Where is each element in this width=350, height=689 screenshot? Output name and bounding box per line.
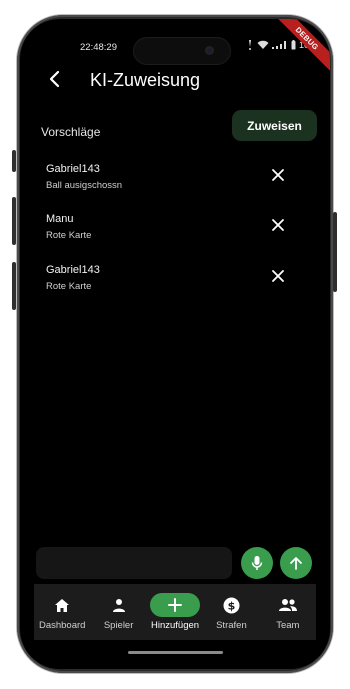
page-title: KI-Zuweisung [90,70,201,90]
active-indicator [150,593,201,617]
microphone-button[interactable] [241,547,273,579]
svg-text:$: $ [228,599,236,612]
bottom-navigation: Dashboard Spieler Hinzufügen $ Strafen T… [34,584,316,640]
side-button [333,212,337,292]
suggestion-detail: Rote Karte [46,281,92,292]
nav-label: Spieler [103,620,134,631]
signal-alert-icon [248,40,251,50]
home-indicator[interactable] [128,651,223,654]
nav-label: Team [276,620,300,631]
nav-item-strafen[interactable]: $ Strafen [203,584,259,640]
dollar-coin-icon: $ [223,597,240,613]
suggestion-detail: Rote Karte [46,230,92,241]
camera-icon [205,46,214,55]
close-icon[interactable] [270,268,286,284]
suggestion-player-name: Manu [46,213,74,225]
close-icon[interactable] [270,217,286,233]
nav-label: Dashboard [38,620,86,631]
nav-label: Hinzufügen [150,620,200,631]
person-icon [112,599,125,612]
arrow-up-icon [290,557,302,570]
assign-button[interactable]: Zuweisen [232,110,317,141]
suggestion-detail: Ball ausigschossn [46,180,123,191]
group-icon [278,599,297,611]
suggestion-player-name: Gabriel143 [46,163,100,175]
nav-item-team[interactable]: Team [260,584,316,640]
status-time: 22:48:29 [80,42,117,53]
suggestion-item: Gabriel143 Ball ausigschossn [20,163,330,203]
dynamic-island [133,37,231,65]
plus-icon [168,598,183,612]
microphone-icon [251,556,263,570]
app-screen: 22:48:29 100 DEBUG KI-Zuweisung Vorschlä… [20,19,330,669]
app-bar: KI-Zuweisung [20,66,330,96]
close-icon[interactable] [270,167,286,183]
suggestion-player-name: Gabriel143 [46,264,100,276]
message-input[interactable] [36,547,232,579]
home-icon [55,598,70,612]
send-button[interactable] [280,547,312,579]
nav-label: Strafen [216,620,247,631]
side-button [12,150,16,172]
suggestions-label: Vorschläge [41,125,101,139]
nav-item-spieler[interactable]: Spieler [90,584,146,640]
suggestion-item: Manu Rote Karte [20,213,330,253]
side-button [12,262,16,310]
wifi-icon [257,40,269,49]
arrow-back-icon[interactable] [45,69,65,89]
nav-item-hinzufuegen[interactable]: Hinzufügen [147,584,203,640]
nav-item-dashboard[interactable]: Dashboard [34,584,90,640]
suggestion-item: Gabriel143 Rote Karte [20,264,330,304]
side-button [12,197,16,245]
